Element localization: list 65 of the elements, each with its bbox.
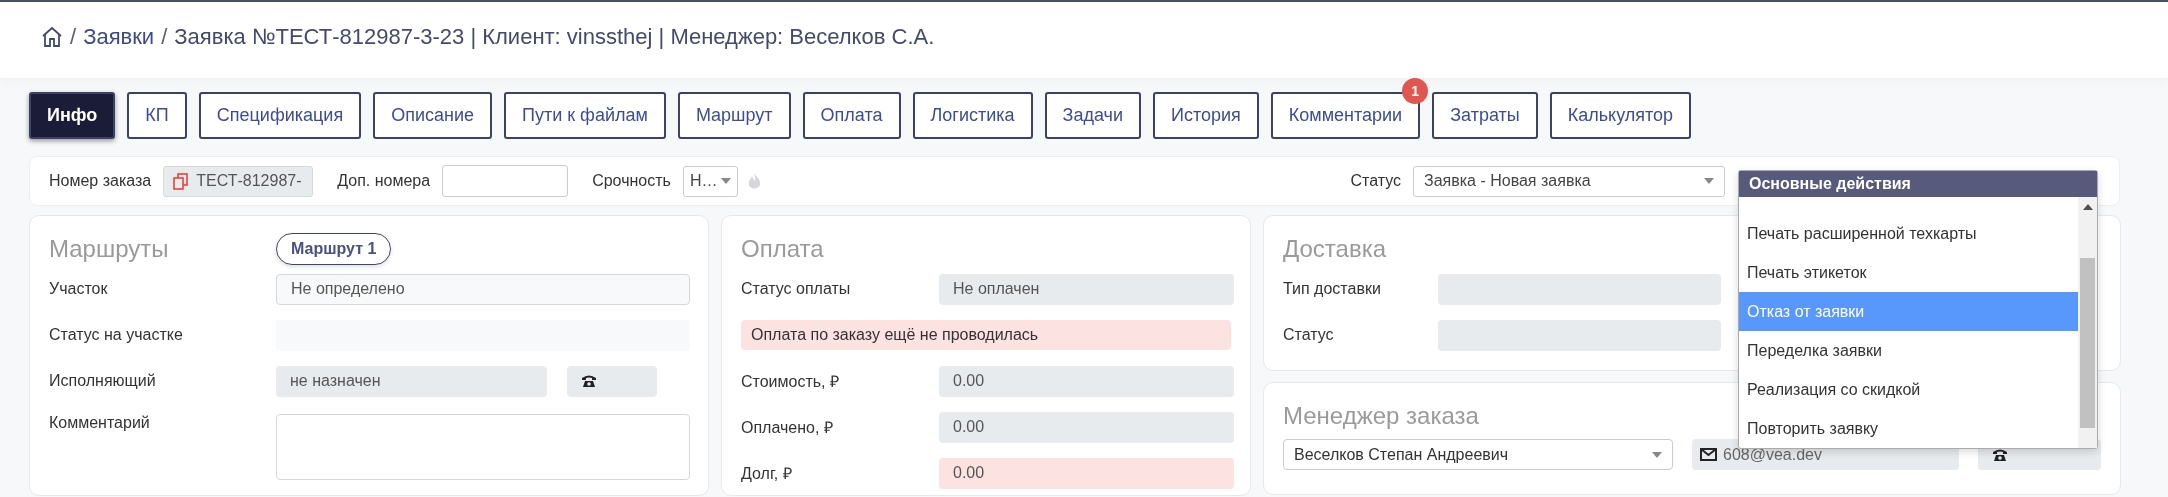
tab[interactable]: Калькулятор — [1549, 92, 1692, 139]
status-select[interactable]: Заявка - Новая заявка — [1413, 165, 1725, 197]
select-field[interactable]: Не определено — [276, 273, 690, 305]
card-title: Оплата — [741, 234, 824, 264]
manager-select[interactable]: Веселков Степан Андреевич — [1283, 439, 1673, 470]
field-label: Долг, ₽ — [741, 464, 793, 484]
tab[interactable]: Описание — [373, 92, 492, 139]
field-label: Участок — [49, 280, 109, 298]
actions-select[interactable]: Основные действия — [1739, 171, 2097, 197]
caret-icon — [721, 178, 732, 184]
order-number-field[interactable]: ТЕСТ-812987- — [163, 165, 314, 197]
route-tab[interactable]: Маршрут 1 — [276, 233, 392, 265]
scroll-up-icon[interactable] — [2082, 203, 2093, 211]
breadcrumb-separator: / — [70, 24, 77, 50]
phone-icon — [1992, 447, 2008, 462]
tab[interactable]: КП — [127, 92, 187, 139]
value-field: Не оплачен — [939, 273, 1234, 305]
caret-icon — [1704, 178, 1714, 184]
value-field: 0.00 — [939, 365, 1234, 397]
tab[interactable]: Пути к файлам — [504, 92, 666, 139]
value-field: 0.00 — [939, 411, 1234, 443]
card-title: Менеджер заказа — [1283, 401, 1479, 431]
tab[interactable]: История — [1153, 92, 1259, 139]
tab[interactable]: Инфо — [29, 92, 116, 139]
field-label: Доп. номера — [337, 172, 431, 190]
debt-field: 0.00 — [939, 457, 1234, 489]
fire-icon[interactable] — [748, 172, 762, 190]
mail-icon — [1700, 448, 1717, 461]
field-label: Исполняющий — [49, 372, 157, 390]
tab[interactable]: Логистика — [912, 92, 1033, 139]
field-label: Статус — [1283, 326, 1335, 344]
copy-icon[interactable] — [173, 172, 189, 190]
home-icon[interactable] — [41, 26, 63, 48]
field-label: Тип доставки — [1283, 280, 1382, 298]
field-label: Номер заказа — [49, 172, 152, 190]
menu-item[interactable]: Реализация со скидкой — [1739, 370, 2078, 409]
field-label: Комментарий — [49, 414, 151, 432]
tab[interactable]: Маршрут — [677, 92, 791, 139]
comment-textarea[interactable] — [276, 414, 690, 480]
tab[interactable]: Задачи — [1044, 92, 1141, 139]
field-label: Статус — [1350, 172, 1401, 190]
page-title: Заявка №ТЕСТ-812987-3-23 | Клиент: vinssthej | Менеджер: Веселков С.А. — [174, 24, 935, 50]
card-title: Маршруты — [49, 234, 170, 264]
field-label: Статус на участке — [49, 326, 184, 344]
tab[interactable]: Спецификация — [198, 92, 362, 139]
tab[interactable]: Затраты — [1432, 92, 1538, 139]
field-label: Оплачено, ₽ — [741, 418, 834, 438]
assignee-field: не назначен — [276, 365, 547, 397]
scrollbar[interactable] — [2078, 197, 2097, 448]
menu-item[interactable]: Печать расширенной техкарты — [1739, 214, 2078, 253]
breadcrumb-link[interactable]: Заявки — [83, 24, 155, 50]
count-badge: 1 — [1402, 78, 1429, 104]
field-label: Срочность — [592, 172, 671, 190]
field-label: Статус оплаты — [741, 280, 852, 298]
tab[interactable]: Оплата — [802, 92, 901, 139]
urgency-select[interactable]: Н… — [682, 165, 739, 197]
field-label: Стоимость, ₽ — [741, 372, 840, 392]
caret-icon — [1652, 451, 1662, 458]
breadcrumb-separator: / — [161, 24, 168, 50]
input-field[interactable] — [442, 165, 569, 197]
menu-item[interactable]: Переделка заявки — [1739, 331, 2078, 370]
payment-alert: Оплата по заказу ещё не проводилась — [741, 320, 1231, 350]
card-title: Доставка — [1283, 234, 1387, 264]
phone-icon — [581, 374, 597, 388]
menu-item[interactable]: Печать этикеток — [1739, 253, 2078, 292]
